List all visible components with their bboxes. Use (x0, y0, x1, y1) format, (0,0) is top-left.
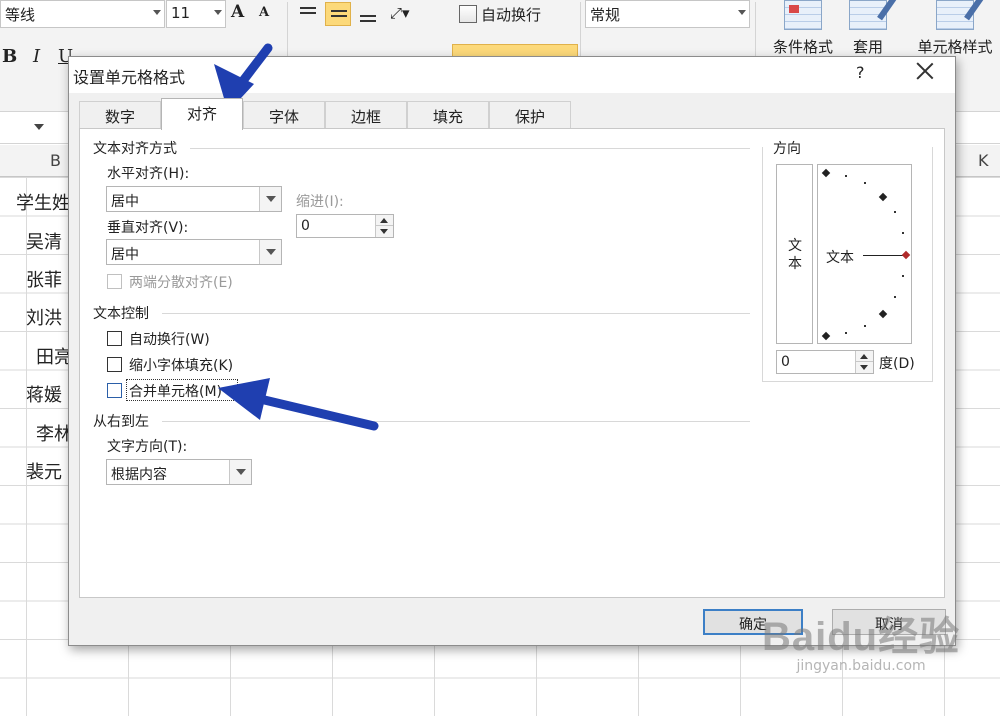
horizontal-align-label: 水平对齐(H): (107, 166, 190, 182)
cell[interactable]: 裴元 (26, 458, 62, 484)
cell-styles-button[interactable]: 单元格样式 (910, 0, 1000, 60)
wrap-text-button[interactable]: 自动换行 (455, 0, 545, 28)
dial-tick (864, 182, 866, 184)
dialog-title: 设置单元格格式 (73, 68, 186, 87)
dial-tick (902, 232, 904, 234)
text-alignment-group-title: 文本对齐方式 (93, 141, 177, 157)
dial-tick (845, 332, 847, 334)
dial-marker (878, 192, 888, 202)
text-control-group-title: 文本控制 (93, 306, 149, 322)
vertical-text-button[interactable]: 文本 (776, 164, 813, 344)
help-button[interactable]: ? (856, 63, 865, 82)
merge-cells-checkbox[interactable] (107, 383, 122, 398)
spin-down-icon[interactable] (376, 226, 393, 237)
watermark-logo: Baidu经验 (762, 615, 961, 659)
cell-style-icon (936, 0, 974, 30)
align-buttons (295, 2, 385, 30)
font-name-box[interactable]: 等线 (0, 0, 165, 28)
wrap-text-checkbox[interactable] (107, 331, 122, 346)
bold-button[interactable]: B (2, 46, 17, 67)
tab-border[interactable]: 边框 (325, 101, 407, 129)
format-as-table-button[interactable]: 套用 (826, 0, 910, 60)
cell[interactable]: 学生姓 (16, 189, 70, 215)
cell[interactable]: 田亮 (36, 343, 72, 369)
table-style-icon (849, 0, 887, 30)
dial-tick (894, 296, 896, 298)
orientation-icon[interactable]: ⤢▾ (390, 4, 410, 22)
cell[interactable]: 刘洪 (26, 304, 62, 330)
dial-handle[interactable] (901, 250, 911, 260)
format-cells-dialog: 设置单元格格式 ? 数字 对齐 字体 边框 填充 保护 文本对齐方式 水平对齐(… (68, 56, 956, 646)
chevron-down-icon[interactable] (259, 187, 281, 211)
font-size-box[interactable]: 11 (166, 0, 226, 28)
chevron-down-icon[interactable] (153, 10, 161, 15)
tab-number[interactable]: 数字 (79, 101, 161, 129)
group-divider (162, 313, 750, 314)
rtl-group-title: 从右到左 (93, 414, 149, 430)
justify-distributed-checkbox[interactable] (107, 274, 122, 289)
shrink-to-fit-checkbox[interactable] (107, 357, 122, 372)
dial-tick (894, 211, 896, 213)
cell[interactable]: 吴清 (26, 228, 62, 254)
dial-text-sample: 文本 (826, 250, 854, 266)
italic-button[interactable]: I (33, 46, 40, 67)
orientation-dial[interactable]: 文本 (817, 164, 912, 344)
chevron-down-icon[interactable] (738, 10, 746, 15)
text-direction-label: 文字方向(T): (107, 439, 188, 455)
column-header-k[interactable]: K (978, 151, 989, 170)
close-icon[interactable] (914, 60, 936, 82)
cell[interactable]: 蒋媛 (26, 381, 62, 407)
dial-tick (845, 175, 847, 177)
chevron-down-icon[interactable] (259, 240, 281, 264)
vertical-text-sample: 文本 (788, 238, 802, 272)
tab-fill[interactable]: 填充 (407, 101, 489, 129)
horizontal-align-select[interactable]: 居中 (106, 186, 282, 212)
merge-cells-label: 合并单元格(M) (129, 384, 223, 400)
column-header-b[interactable]: B (50, 151, 61, 170)
number-format-box[interactable]: 常规 (585, 0, 750, 28)
group-divider (190, 148, 750, 149)
indent-spinner[interactable]: 0 (296, 214, 394, 238)
align-middle-icon[interactable] (325, 2, 351, 26)
grow-font-button[interactable]: A (231, 2, 244, 22)
tab-font[interactable]: 字体 (243, 101, 325, 129)
justify-distributed-label: 两端分散对齐(E) (129, 275, 233, 291)
text-direction-select[interactable]: 根据内容 (106, 459, 252, 485)
cell[interactable]: 张菲 (26, 266, 62, 292)
dial-marker (821, 168, 831, 178)
tab-protection[interactable]: 保护 (489, 101, 571, 129)
vertical-align-select[interactable]: 居中 (106, 239, 282, 265)
cell[interactable]: 李林 (36, 420, 72, 446)
indent-label: 缩进(I): (296, 194, 344, 210)
watermark: Baidu经验 jingyan.baidu.com (762, 604, 960, 674)
dial-marker (878, 309, 888, 319)
shrink-to-fit-label: 缩小字体填充(K) (129, 358, 234, 374)
wrap-text-label: 自动换行(W) (129, 332, 210, 348)
tab-alignment[interactable]: 对齐 (161, 98, 243, 130)
degrees-spinner[interactable]: 0 (776, 350, 874, 374)
alignment-panel: 文本对齐方式 水平对齐(H): 居中 缩进(I): 0 垂直对齐(V): 居中 … (79, 128, 945, 598)
dial-needle (863, 255, 905, 256)
vertical-align-label: 垂直对齐(V): (107, 220, 189, 236)
dial-tick (902, 275, 904, 277)
spin-up-icon[interactable] (376, 215, 393, 226)
degrees-label: 度(D) (879, 356, 915, 372)
dialog-titlebar[interactable]: 设置单元格格式 ? (69, 57, 955, 93)
spin-down-icon[interactable] (856, 362, 873, 373)
group-divider (162, 421, 750, 422)
name-box-dropdown-icon[interactable] (34, 124, 44, 130)
dial-marker (821, 331, 831, 341)
chevron-down-icon[interactable] (214, 10, 222, 15)
align-top-icon[interactable] (295, 2, 321, 26)
align-bottom-icon[interactable] (355, 2, 381, 26)
chevron-down-icon[interactable] (229, 460, 251, 484)
dial-tick (864, 325, 866, 327)
shrink-font-button[interactable]: A (259, 5, 269, 20)
conditional-format-icon (784, 0, 822, 30)
wrap-text-icon (459, 5, 477, 23)
spin-up-icon[interactable] (856, 351, 873, 362)
